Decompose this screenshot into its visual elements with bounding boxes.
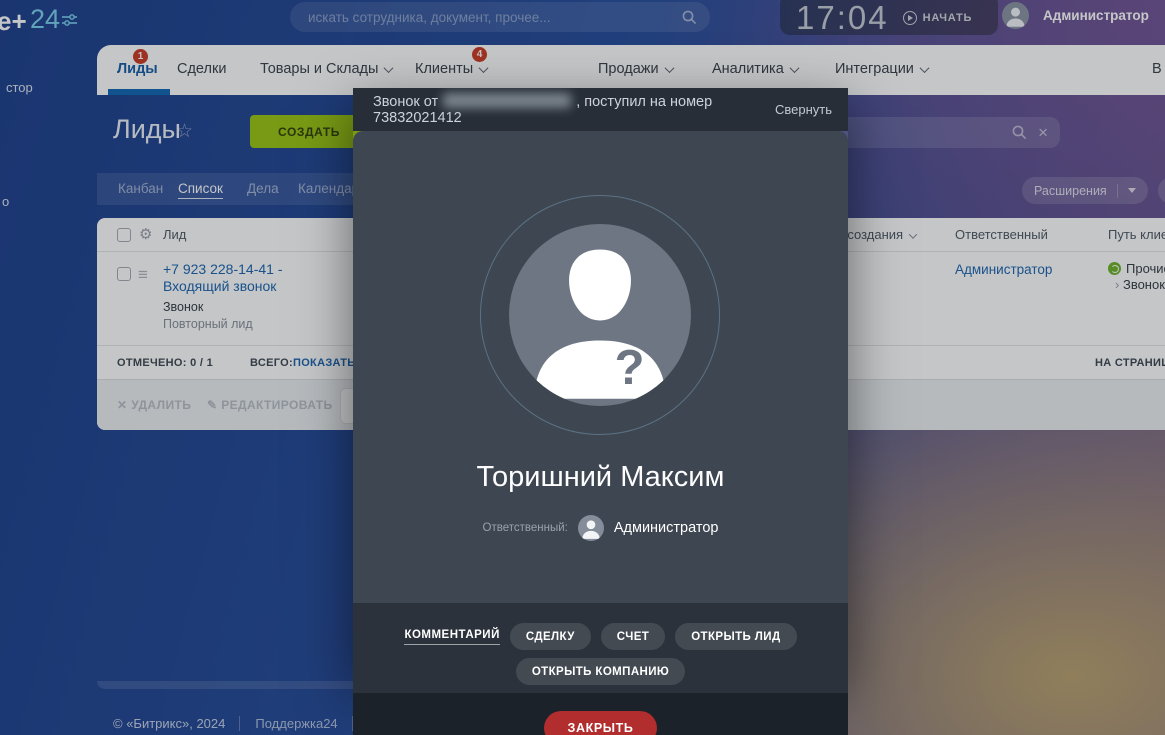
call-modal-footer: ЗАКРЫТЬ [353,693,848,735]
responsible-name[interactable]: Администратор [614,520,719,536]
call-modal-actions: КОММЕНТАРИЙ СДЕЛКУ СЧЕТ ОТКРЫТЬ ЛИД ОТКР… [353,603,848,693]
call-modal-header: Звонок от, поступил на номер 73832021412… [353,88,848,131]
responsible-label: Ответственный: [483,522,568,534]
incoming-call-modal: Звонок от, поступил на номер 73832021412… [353,88,848,675]
person-silhouette-icon: ? [509,224,691,406]
open-lead-button[interactable]: ОТКРЫТЬ ЛИД [675,623,796,650]
comment-button[interactable]: КОММЕНТАРИЙ [404,629,499,645]
responsible-row: Ответственный: Администратор [353,515,848,541]
call-modal-body: ? Торишний Максим Ответственный: Админис… [353,131,848,603]
call-header-text: Звонок от, поступил на номер 73832021412 [373,93,775,126]
caller-avatar: ? [509,224,691,406]
open-company-button[interactable]: ОТКРЫТЬ КОМПАНИЮ [516,658,685,685]
create-deal-button[interactable]: СДЕЛКУ [510,623,591,650]
app-viewport: e+ 24 17:04 НАЧАТЬ Администратор стор о … [0,0,1165,735]
responsible-avatar [578,515,604,541]
blurred-phone-number [443,93,571,108]
close-call-button[interactable]: ЗАКРЫТЬ [544,711,658,735]
collapse-link[interactable]: Свернуть [775,102,832,117]
person-icon [578,515,604,541]
create-invoice-button[interactable]: СЧЕТ [601,623,665,650]
avatar-question-mark: ? [615,341,645,395]
caller-name: Торишний Максим [353,461,848,494]
